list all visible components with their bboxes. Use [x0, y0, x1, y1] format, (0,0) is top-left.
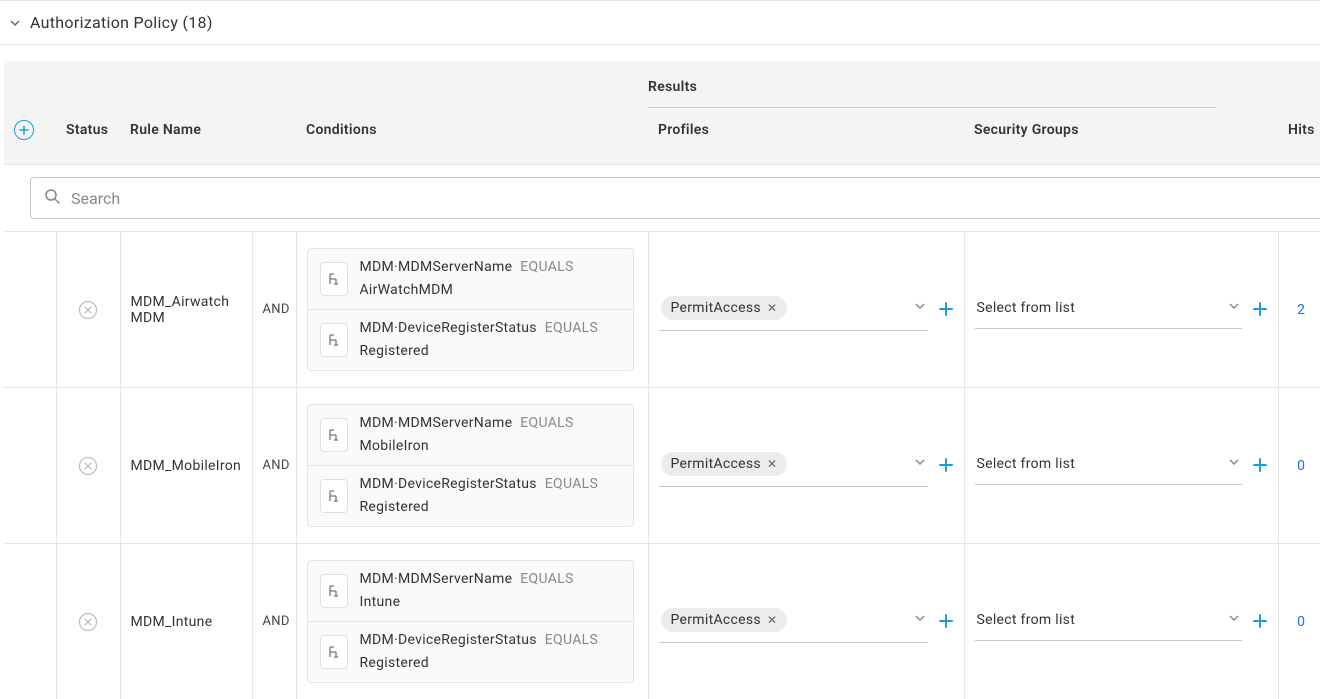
- condition-operator: EQUALS: [545, 318, 598, 339]
- condition-value: Intune: [360, 592, 401, 613]
- condition-value: Registered: [360, 497, 429, 518]
- profile-chip[interactable]: PermitAccess ✕: [661, 452, 788, 476]
- condition-attribute-icon: [320, 418, 348, 452]
- security-groups-select[interactable]: Select from list: [975, 447, 1242, 485]
- conditions-list: MDM·MDMServerName EQUALS Intune MDM·Devi…: [307, 560, 634, 683]
- table-row: MDM_Intune AND MDM·MDMServerName EQUALS …: [4, 544, 1320, 699]
- status-disabled-icon[interactable]: [79, 457, 97, 475]
- condition-value: AirWatchMDM: [360, 280, 454, 301]
- add-security-group-button[interactable]: [1252, 456, 1268, 476]
- chevron-down-icon: [1228, 456, 1240, 472]
- condition-attribute-icon: [320, 479, 348, 513]
- rule-name: MDM_MobileIron: [131, 458, 242, 474]
- conditions-list: MDM·MDMServerName EQUALS MobileIron MDM·…: [307, 404, 634, 527]
- profiles-select[interactable]: PermitAccess ✕: [659, 444, 928, 487]
- condition-row[interactable]: MDM·MDMServerName EQUALS Intune: [308, 561, 633, 621]
- condition-attribute: MDM·DeviceRegisterStatus: [360, 630, 537, 651]
- condition-attribute-icon: [320, 574, 348, 608]
- profile-chip[interactable]: PermitAccess ✕: [661, 608, 788, 632]
- profiles-select[interactable]: PermitAccess ✕: [659, 600, 928, 643]
- condition-value: Registered: [360, 341, 429, 362]
- rule-name: MDM_Intune: [131, 614, 213, 630]
- profile-chip[interactable]: PermitAccess ✕: [661, 296, 788, 320]
- chevron-down-icon: [1228, 300, 1240, 316]
- condition-attribute: MDM·MDMServerName: [360, 257, 513, 278]
- hits-count[interactable]: 0: [1297, 458, 1305, 474]
- condition-row[interactable]: MDM·MDMServerName EQUALS AirWatchMDM: [308, 249, 633, 309]
- policy-table: Results Status Rule Name Conditions Prof…: [4, 61, 1320, 699]
- condition-attribute: MDM·MDMServerName: [360, 569, 513, 590]
- chevron-down-icon: [8, 16, 22, 30]
- condition-attribute: MDM·DeviceRegisterStatus: [360, 474, 537, 495]
- condition-operator: EQUALS: [545, 630, 598, 651]
- security-groups-select[interactable]: Select from list: [975, 291, 1242, 329]
- header-profiles: Profiles: [648, 108, 964, 165]
- policy-table-wrap: Results Status Rule Name Conditions Prof…: [4, 61, 1316, 699]
- hits-count[interactable]: 2: [1297, 302, 1305, 318]
- header-status: Status: [56, 108, 120, 165]
- condition-operator: EQUALS: [545, 474, 598, 495]
- chip-remove-icon[interactable]: ✕: [767, 301, 777, 315]
- chevron-down-icon: [914, 456, 926, 472]
- add-profile-button[interactable]: [938, 456, 954, 476]
- condition-attribute: MDM·MDMServerName: [360, 413, 513, 434]
- condition-value: Registered: [360, 653, 429, 674]
- add-security-group-button[interactable]: [1252, 300, 1268, 320]
- chevron-down-icon: [914, 612, 926, 628]
- join-operator: AND: [263, 614, 290, 629]
- hits-count[interactable]: 0: [1297, 614, 1305, 630]
- header-results-group: Results: [648, 79, 1268, 95]
- table-row: MDM_Airwatch MDM AND MDM·MDMServerName E…: [4, 232, 1320, 388]
- condition-attribute-icon: [320, 323, 348, 357]
- chevron-down-icon: [914, 300, 926, 316]
- section-title: Authorization Policy (18): [30, 13, 213, 32]
- condition-operator: EQUALS: [520, 257, 573, 278]
- condition-operator: EQUALS: [520, 413, 573, 434]
- condition-attribute-icon: [320, 262, 348, 296]
- add-rule-button[interactable]: [14, 120, 34, 140]
- status-disabled-icon[interactable]: [79, 301, 97, 319]
- header-security-groups: Security Groups: [964, 108, 1278, 165]
- condition-row[interactable]: MDM·MDMServerName EQUALS MobileIron: [308, 405, 633, 465]
- chip-remove-icon[interactable]: ✕: [767, 457, 777, 471]
- header-rule-name: Rule Name: [120, 108, 296, 165]
- status-disabled-icon[interactable]: [79, 613, 97, 631]
- rule-name: MDM_Airwatch MDM: [131, 294, 230, 326]
- condition-value: MobileIron: [360, 436, 429, 457]
- condition-operator: EQUALS: [520, 569, 573, 590]
- chip-remove-icon[interactable]: ✕: [767, 613, 777, 627]
- conditions-list: MDM·MDMServerName EQUALS AirWatchMDM MDM…: [307, 248, 634, 371]
- condition-attribute-icon: [320, 635, 348, 669]
- condition-row[interactable]: MDM·DeviceRegisterStatus EQUALS Register…: [308, 621, 633, 682]
- condition-row[interactable]: MDM·DeviceRegisterStatus EQUALS Register…: [308, 465, 633, 526]
- table-row: MDM_MobileIron AND MDM·MDMServerName EQU…: [4, 388, 1320, 544]
- profiles-select[interactable]: PermitAccess ✕: [659, 288, 928, 331]
- add-profile-button[interactable]: [938, 612, 954, 632]
- add-security-group-button[interactable]: [1252, 612, 1268, 632]
- condition-attribute: MDM·DeviceRegisterStatus: [360, 318, 537, 339]
- header-conditions: Conditions: [296, 108, 648, 165]
- search-box[interactable]: [30, 177, 1320, 219]
- section-header[interactable]: Authorization Policy (18): [0, 0, 1320, 45]
- join-operator: AND: [263, 302, 290, 317]
- join-operator: AND: [263, 458, 290, 473]
- chevron-down-icon: [1228, 612, 1240, 628]
- add-profile-button[interactable]: [938, 300, 954, 320]
- condition-row[interactable]: MDM·DeviceRegisterStatus EQUALS Register…: [308, 309, 633, 370]
- header-hits: Hits: [1278, 108, 1320, 165]
- security-groups-select[interactable]: Select from list: [975, 603, 1242, 641]
- search-icon: [43, 187, 61, 209]
- search-input[interactable]: [71, 189, 1311, 208]
